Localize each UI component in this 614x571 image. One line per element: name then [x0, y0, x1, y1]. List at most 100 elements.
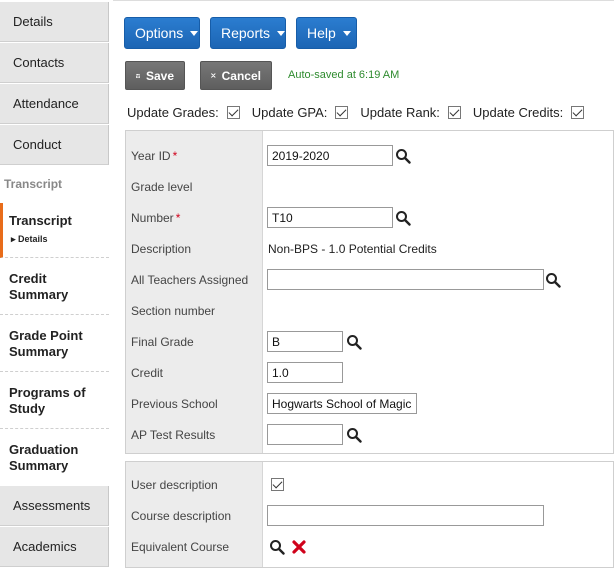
sidebar-subitem-details[interactable]: ▸ Details: [9, 231, 109, 247]
sidebar: Details Contacts Attendance Conduct Tran…: [0, 0, 109, 571]
update-credits-checkbox[interactable]: [571, 106, 585, 119]
sidebar-tab-label: Assessments: [13, 498, 91, 513]
year-id-input[interactable]: 2019-2020: [267, 145, 393, 166]
equivalent-course-label: Equivalent Course: [131, 539, 230, 554]
search-icon[interactable]: [346, 334, 362, 350]
user-description-row: User description: [126, 469, 614, 500]
reports-menu-label: Reports: [221, 25, 271, 41]
close-icon: [211, 73, 216, 78]
delete-icon[interactable]: [292, 539, 306, 554]
year-id-label: Year ID *: [131, 149, 177, 163]
search-icon[interactable]: [269, 539, 285, 555]
final-grade-label: Final Grade: [131, 334, 194, 349]
credit-label: Credit: [131, 365, 164, 380]
user-description-checkbox[interactable]: [271, 478, 284, 491]
ap-test-label: AP Test Results: [131, 427, 216, 442]
ap-test-row: AP Test Results: [126, 419, 614, 450]
course-description-input[interactable]: [267, 505, 544, 526]
update-grades-flag: Update Grades:: [127, 105, 240, 120]
sidebar-item-label: Graduation Summary: [9, 441, 79, 473]
previous-school-row: Previous School Hogwarts School of Magic: [126, 388, 614, 419]
sidebar-tab-label: Contacts: [13, 55, 65, 70]
update-rank-flag: Update Rank:: [360, 105, 461, 120]
help-menu-label: Help: [307, 25, 336, 41]
sidebar-tab-assessments[interactable]: Assessments: [0, 486, 109, 526]
update-flag-label: Update Grades:: [127, 105, 219, 120]
previous-school-label: Previous School: [131, 396, 218, 411]
required-marker: *: [172, 148, 178, 163]
autosave-status: Auto-saved at 6:19 AM: [288, 69, 400, 81]
transcript-form: Year ID * 2019-2020 Grade level Number * T…: [125, 130, 614, 454]
all-teachers-input[interactable]: [267, 269, 544, 290]
help-menu-button[interactable]: Help: [296, 17, 357, 49]
sidebar-tab-label: Details: [13, 14, 53, 29]
cancel-button[interactable]: Cancel: [200, 61, 272, 90]
all-teachers-row: All Teachers Assigned: [126, 264, 614, 295]
sidebar-item-label: Credit Summary: [9, 270, 69, 302]
description-row: Description Non-BPS - 1.0 Potential Cred…: [126, 233, 614, 264]
cancel-label: Cancel: [221, 68, 261, 83]
caret-down-icon: [190, 30, 199, 36]
update-gpa-checkbox[interactable]: [335, 106, 349, 119]
search-icon[interactable]: [395, 210, 411, 226]
equivalent-course-row: Equivalent Course: [126, 531, 614, 562]
all-teachers-label: All Teachers Assigned: [131, 272, 249, 287]
grade-level-row: Grade level: [126, 171, 614, 202]
sidebar-item-credit-summary[interactable]: Credit Summary: [0, 259, 109, 315]
sidebar-item-label: Transcript: [9, 213, 72, 228]
sidebar-item-label: Programs of Study: [9, 384, 86, 416]
options-menu-button[interactable]: Options: [124, 17, 200, 49]
top-divider: [113, 0, 614, 1]
sidebar-tab-label: Attendance: [13, 96, 79, 111]
search-icon[interactable]: [346, 427, 362, 443]
sidebar-tab-attendance[interactable]: Attendance: [0, 84, 109, 124]
sidebar-item-programs-of-study[interactable]: Programs of Study: [0, 373, 109, 429]
number-row: Number * T10: [126, 202, 614, 233]
number-label-text: Number: [131, 210, 174, 225]
year-id-row: Year ID * 2019-2020: [126, 140, 614, 171]
sidebar-item-transcript[interactable]: Transcript ▸ Details: [0, 203, 109, 258]
final-grade-row: Final Grade B: [126, 326, 614, 357]
sidebar-item-graduation-summary[interactable]: Graduation Summary: [0, 430, 109, 485]
caret-down-icon: [342, 30, 351, 36]
description-label: Description: [131, 241, 192, 256]
number-label: Number *: [131, 211, 180, 225]
grade-level-label: Grade level: [131, 179, 193, 194]
credit-input[interactable]: 1.0: [267, 362, 343, 383]
update-gpa-flag: Update GPA:: [252, 105, 349, 120]
section-number-label: Section number: [131, 303, 216, 318]
course-description-label: Course description: [131, 508, 232, 523]
description-value: Non-BPS - 1.0 Potential Credits: [268, 241, 437, 256]
course-description-row: Course description: [126, 500, 614, 531]
update-flag-label: Update GPA:: [251, 105, 328, 120]
sidebar-tab-conduct[interactable]: Conduct: [0, 125, 109, 165]
update-grades-checkbox[interactable]: [226, 106, 240, 119]
final-grade-input[interactable]: B: [267, 331, 343, 352]
credit-row: Credit 1.0: [126, 357, 614, 388]
reports-menu-button[interactable]: Reports: [210, 17, 286, 49]
save-button[interactable]: Save: [125, 61, 185, 90]
sidebar-tab-label: Conduct: [13, 137, 62, 152]
caret-down-icon: [277, 30, 286, 36]
options-menu-label: Options: [135, 25, 184, 41]
sidebar-tab-label: Academics: [13, 539, 77, 554]
save-label: Save: [145, 68, 174, 83]
sidebar-tab-contacts[interactable]: Contacts: [0, 43, 109, 83]
required-marker: *: [175, 210, 181, 225]
user-description-label: User description: [131, 477, 218, 492]
ap-test-input[interactable]: [267, 424, 343, 445]
year-id-label-text: Year ID: [131, 148, 171, 163]
previous-school-input[interactable]: Hogwarts School of Magic: [267, 393, 417, 414]
sidebar-tab-academics[interactable]: Academics: [0, 527, 109, 567]
search-icon[interactable]: [545, 272, 561, 288]
section-number-row: Section number: [126, 295, 614, 326]
number-input[interactable]: T10: [267, 207, 393, 228]
update-flag-label: Update Credits:: [472, 105, 564, 120]
floppy-disk-icon: [136, 73, 140, 78]
sidebar-tab-details[interactable]: Details: [0, 2, 109, 42]
sidebar-item-grade-point-summary[interactable]: Grade Point Summary: [0, 316, 109, 372]
search-icon[interactable]: [395, 148, 411, 164]
update-flag-label: Update Rank:: [360, 105, 440, 120]
update-rank-checkbox[interactable]: [447, 106, 461, 119]
course-info-form: User description Course description Equi…: [125, 461, 614, 568]
